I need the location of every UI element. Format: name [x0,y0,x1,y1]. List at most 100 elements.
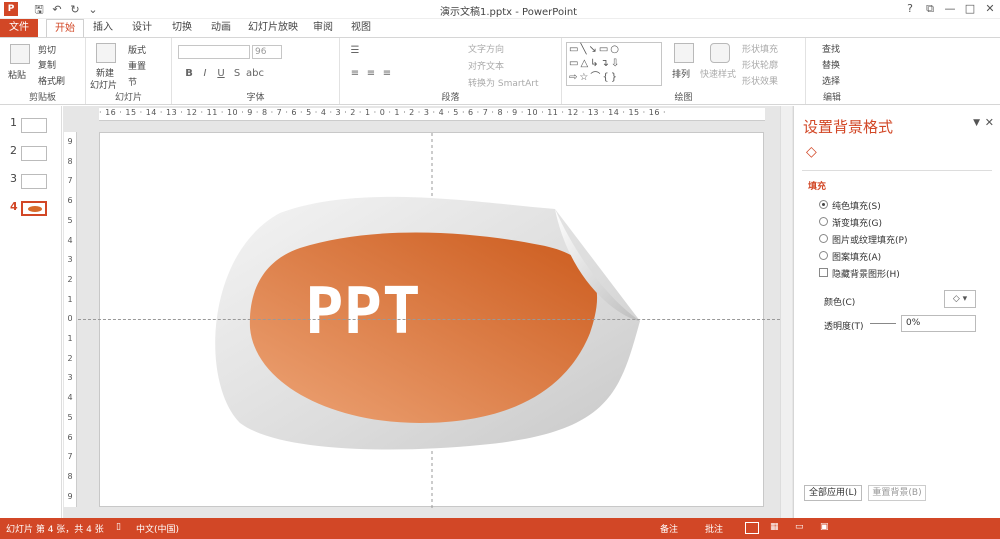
slide-thumbnail[interactable] [21,174,47,189]
reset-button[interactable]: 重置 [128,59,146,72]
vertical-scrollbar[interactable] [780,106,792,518]
fill-bucket-icon[interactable]: ◇ [806,144,817,160]
tab-slideshow[interactable]: 幻灯片放映 [244,19,302,37]
align-left-icon[interactable]: ≡ [348,68,362,79]
close-icon[interactable]: ✕ [980,0,1000,18]
align-right-icon[interactable]: ≡ [380,68,394,79]
shape-outline-button[interactable]: 形状轮廓 [742,58,778,71]
find-button[interactable]: 查找 [822,42,840,55]
slide-thumbnail-pane: 1 2 3 4 [0,106,62,518]
slide-thumbnail-active[interactable] [21,201,47,216]
pane-options-icon[interactable]: ▼ [973,118,980,128]
paragraph-label: 段落 [441,93,460,103]
shapes-gallery[interactable]: ▭╲↘▭○ ▭△↳↴⇩ ⇨☆⌒{} [566,42,662,86]
quick-styles-button[interactable]: 快速样式 [700,67,736,80]
replace-button[interactable]: 替换 [822,58,840,71]
pane-close-icon[interactable]: ✕ [985,116,994,129]
ribbon-display-icon[interactable]: ⧉ [920,0,940,18]
pattern-fill-label[interactable]: 图案填充(A) [832,250,881,263]
shadow-icon[interactable]: S [230,68,244,79]
align-text-button[interactable]: 对齐文本 [468,59,504,72]
vertical-ruler: 9 8 7 6 5 4 3 2 1 0 1 2 3 4 5 6 7 8 9 [64,132,77,507]
align-center-icon[interactable]: ≡ [364,68,378,79]
copy-button[interactable]: 复制 [38,58,56,71]
normal-view-icon[interactable] [745,522,759,534]
arrange-icon[interactable] [674,43,694,63]
section-button[interactable]: 节 [128,75,137,88]
font-name-combo[interactable] [178,45,250,59]
text-direction-button[interactable]: 文字方向 [468,42,504,55]
shape-effects-button[interactable]: 形状效果 [742,74,778,87]
gradient-fill-label[interactable]: 渐变填充(G) [832,216,882,229]
strikethrough-icon[interactable]: abc [246,68,264,79]
quick-styles-icon[interactable] [710,43,730,63]
ruler-tick: 1 [67,294,73,304]
save-icon[interactable]: 🖫 [30,1,48,20]
bold-icon[interactable]: B [182,68,196,79]
thumbnail-number: 4 [10,200,18,213]
slide-text-ppt[interactable]: PPT [305,275,421,349]
color-picker-button[interactable]: ◇ ▾ [944,290,976,308]
maximize-icon[interactable]: □ [960,0,980,18]
solid-fill-label[interactable]: 纯色填充(S) [832,199,881,212]
picture-fill-label[interactable]: 图片或纹理填充(P) [832,233,907,246]
tab-animations[interactable]: 动画 [203,19,239,37]
reading-view-icon[interactable]: ▭ [795,522,804,532]
spellcheck-icon[interactable]: ▯ [116,522,121,532]
bullets-icon[interactable]: ☰ [348,45,362,56]
clipboard-label: 剪贴板 [28,93,56,103]
solid-fill-radio[interactable] [819,200,828,209]
customize-icon[interactable]: ⌄ [84,3,102,16]
apply-all-button[interactable]: 全部应用(L) [804,485,862,501]
help-icon[interactable]: ? [900,0,920,18]
layout-button[interactable]: 版式 [128,43,146,56]
tab-design[interactable]: 设计 [124,19,160,37]
underline-icon[interactable]: U [214,68,228,79]
tab-file[interactable]: 文件 [0,19,38,37]
editing-group: 查找 替换 选择 编辑 [806,38,858,104]
gradient-fill-radio[interactable] [819,217,828,226]
undo-icon[interactable]: ↶ [48,3,66,16]
tab-transitions[interactable]: 切换 [164,19,200,37]
italic-icon[interactable]: I [198,68,212,79]
slide-thumbnail[interactable] [21,146,47,161]
tab-insert[interactable]: 插入 [86,19,120,37]
notes-button[interactable]: 备注 [660,522,678,535]
slide-graphic: PPT [215,133,640,508]
pattern-fill-radio[interactable] [819,251,828,260]
paste-button[interactable]: 粘贴 [8,68,26,81]
color-label: 颜色(C) [824,298,856,308]
ruler-tick: 9 [67,491,73,501]
arrange-button[interactable]: 排列 [672,67,690,80]
new-slide-icon[interactable] [96,43,116,63]
picture-fill-radio[interactable] [819,234,828,243]
slide-sorter-icon[interactable]: ▦ [770,522,779,532]
window-controls: ? ⧉ — □ ✕ [900,0,1000,19]
tab-home[interactable]: 开始 [46,19,84,37]
minimize-icon[interactable]: — [940,0,960,18]
tab-view[interactable]: 视图 [344,19,378,37]
language-status[interactable]: 中文(中国) [136,522,179,535]
slideshow-view-icon[interactable]: ▣ [820,522,829,532]
cut-button[interactable]: 剪切 [38,43,56,56]
redo-icon[interactable]: ↻ [66,3,84,16]
comments-button[interactable]: 批注 [705,522,723,535]
shape-fill-button[interactable]: 形状填充 [742,42,778,55]
hide-bg-label[interactable]: 隐藏背景图形(H) [832,267,900,280]
ruler-tick: 3 [67,255,73,265]
paste-icon[interactable] [10,44,30,64]
format-painter-button[interactable]: 格式刷 [38,74,65,87]
reset-background-button[interactable]: 重置背景(B) [868,485,926,501]
smartart-button[interactable]: 转换为 SmartArt [468,76,538,89]
ribbon: 粘贴 剪切 复制 格式刷 剪贴板 新建 幻灯片 版式 重置 节 幻灯片 96 B… [0,37,1000,105]
tab-review[interactable]: 审阅 [306,19,340,37]
ruler-tick: 2 [67,274,73,284]
font-size-combo[interactable]: 96 [252,45,282,59]
hide-bg-checkbox[interactable] [819,268,828,277]
slide-thumbnail[interactable] [21,118,47,133]
fill-section-header[interactable]: 填充 [808,179,826,192]
select-button[interactable]: 选择 [822,74,840,87]
transparency-input[interactable]: 0% [901,315,976,332]
transparency-slider[interactable] [870,323,896,324]
thumbnail-blob [28,206,42,212]
